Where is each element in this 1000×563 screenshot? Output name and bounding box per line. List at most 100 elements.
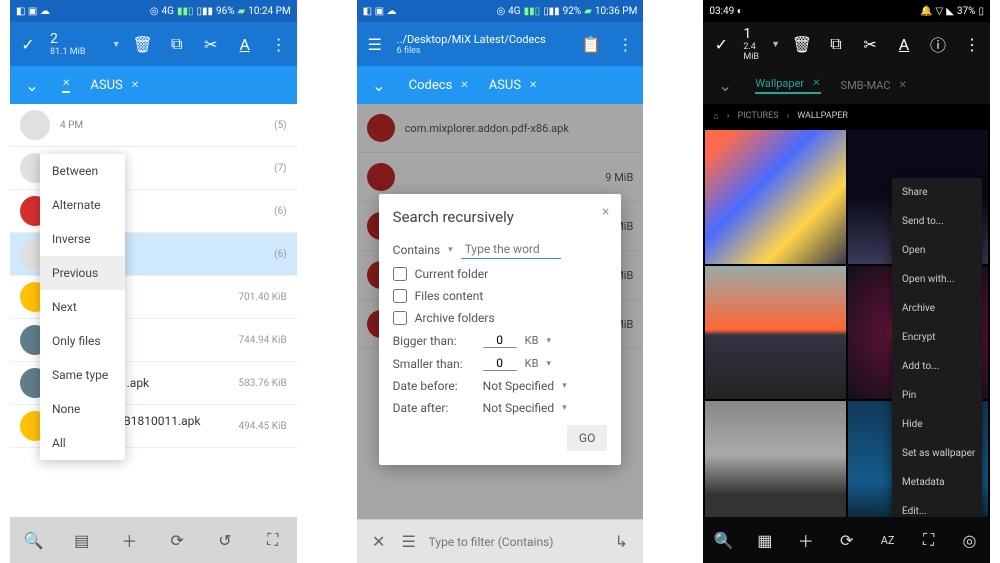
overflow-icon[interactable]: ⋮ — [962, 34, 982, 54]
menu-icon[interactable]: ☰ — [365, 34, 385, 54]
delete-icon[interactable]: 🗑 — [792, 34, 812, 54]
server-icon[interactable]: ◎ — [960, 530, 980, 550]
refresh-icon[interactable]: ⟳ — [837, 530, 857, 550]
view-icon[interactable]: ▤ — [72, 530, 92, 550]
menu-sendto[interactable]: Send to... — [892, 207, 982, 236]
grid-thumb[interactable] — [705, 401, 845, 517]
bigger-input[interactable] — [483, 333, 517, 348]
close-icon[interactable]: ✕ — [529, 80, 537, 91]
filter-input[interactable] — [429, 535, 602, 549]
unit-label: KB — [525, 334, 539, 347]
menu-wallpaper[interactable]: Set as wallpaper — [892, 439, 982, 468]
close-icon[interactable]: ✕ — [812, 78, 820, 89]
copy-icon[interactable]: ⧉ — [826, 34, 846, 54]
enter-icon[interactable]: ↳ — [611, 532, 631, 552]
smaller-input[interactable] — [483, 356, 517, 371]
chevron-down-icon[interactable]: ▼ — [112, 39, 121, 50]
home-icon[interactable]: ⌂ — [713, 111, 718, 122]
chevron-down-icon[interactable]: ▾ — [562, 381, 567, 391]
check-icon[interactable]: ✓ — [18, 34, 38, 54]
view-icon[interactable]: ▦ — [755, 530, 775, 550]
menu-open[interactable]: Open — [892, 236, 982, 265]
tab-smb[interactable]: SMB-MAC✕ — [841, 79, 907, 92]
dd-none[interactable]: None — [40, 392, 125, 426]
date-value[interactable]: Not Specified — [483, 379, 555, 393]
tab-current[interactable]: ✕ — [62, 78, 70, 93]
overflow-icon[interactable]: ⋮ — [269, 34, 289, 54]
dd-inverse[interactable]: Inverse — [40, 222, 125, 256]
dd-previous[interactable]: Previous — [40, 256, 125, 290]
menu-addto[interactable]: Add to... — [892, 352, 982, 381]
add-icon[interactable]: ＋ — [796, 530, 816, 550]
chevron-down-icon[interactable]: ⌄ — [715, 75, 735, 95]
search-icon[interactable]: 🔍 — [714, 530, 734, 550]
chevron-down-icon[interactable]: ▾ — [546, 336, 551, 346]
overflow-icon[interactable]: ⋮ — [615, 34, 635, 54]
crumb-wallpaper[interactable]: WALLPAPER — [797, 111, 848, 121]
delete-icon[interactable]: 🗑 — [133, 34, 153, 54]
path-title[interactable]: ../Desktop/MiX Latest/Codecs 6 files — [397, 33, 570, 56]
current-folder-checkbox[interactable] — [393, 267, 407, 281]
menu-archive[interactable]: Archive — [892, 294, 982, 323]
clipboard-icon[interactable]: 📋 — [581, 34, 601, 54]
chevron-down-icon[interactable]: ⌄ — [369, 75, 389, 95]
selection-info[interactable]: 1 2.4 MiB — [743, 26, 759, 62]
breadcrumb: ⌂› PICTURES› WALLPAPER — [703, 104, 990, 128]
close-icon[interactable]: ✕ — [131, 80, 139, 91]
copy-icon[interactable]: ⧉ — [167, 34, 187, 54]
tab-asus[interactable]: ASUS✕ — [90, 78, 139, 93]
rename-icon[interactable]: A — [235, 34, 255, 54]
archive-folders-checkbox[interactable] — [393, 311, 407, 325]
refresh-icon[interactable]: ⟳ — [167, 530, 187, 550]
rename-icon[interactable]: A — [894, 34, 914, 54]
tab-wallpaper[interactable]: Wallpaper✕ — [755, 77, 820, 94]
go-button[interactable]: GO — [567, 425, 607, 451]
menu-share[interactable]: Share — [892, 178, 982, 207]
dd-between[interactable]: Between — [40, 154, 125, 188]
add-icon[interactable]: ＋ — [119, 530, 139, 550]
search-input[interactable] — [461, 240, 561, 259]
menu-hide[interactable]: Hide — [892, 410, 982, 439]
cut-icon[interactable]: ✂ — [860, 34, 880, 54]
status-bar: ◧ ▣ ☁ ◎ 4G ▮▮▯ ▯▮▮ 96% ▰ 10:24 PM — [10, 0, 297, 22]
chevron-down-icon[interactable]: ▾ — [546, 359, 551, 369]
sort-icon[interactable]: AZ — [878, 530, 898, 550]
chevron-down-icon[interactable]: ▾ — [562, 403, 567, 413]
menu-pin[interactable]: Pin — [892, 381, 982, 410]
grid-thumb[interactable] — [705, 266, 845, 400]
tab-codecs[interactable]: Codecs✕ — [409, 78, 469, 93]
info-icon[interactable]: ⓘ — [928, 34, 948, 54]
signal2-icon: ▯▮▮ — [543, 6, 560, 17]
cut-icon[interactable]: ✂ — [201, 34, 221, 54]
dd-onlyfiles[interactable]: Only files — [40, 324, 125, 358]
select-icon[interactable]: ⛶ — [263, 530, 283, 550]
select-icon[interactable]: ⛶ — [919, 530, 939, 550]
list-item[interactable]: 4 PM(5) — [10, 104, 297, 147]
dd-next[interactable]: Next — [40, 290, 125, 324]
check-icon[interactable]: ✓ — [711, 34, 731, 54]
dd-alternate[interactable]: Alternate — [40, 188, 125, 222]
date-value[interactable]: Not Specified — [483, 401, 555, 415]
dd-all[interactable]: All — [40, 426, 125, 460]
close-icon[interactable]: ✕ — [899, 80, 907, 91]
search-icon[interactable]: 🔍 — [24, 530, 44, 550]
menu-metadata[interactable]: Metadata — [892, 468, 982, 497]
selection-info[interactable]: 2 81.1 MiB — [50, 31, 100, 57]
dd-sametype[interactable]: Same type — [40, 358, 125, 392]
close-icon[interactable]: ✕ — [369, 532, 389, 552]
menu-openwith[interactable]: Open with... — [892, 265, 982, 294]
close-icon[interactable]: ✕ — [62, 78, 70, 89]
chevron-down-icon[interactable]: ⌄ — [22, 75, 42, 95]
tab-asus[interactable]: ASUS✕ — [489, 78, 538, 93]
menu-edit[interactable]: Edit... — [892, 497, 982, 517]
close-icon[interactable]: ✕ — [460, 80, 468, 91]
history-icon[interactable]: ↺ — [215, 530, 235, 550]
files-content-checkbox[interactable] — [393, 289, 407, 303]
filter-icon[interactable]: ☰ — [399, 532, 419, 552]
chevron-down-icon[interactable]: ▾ — [448, 245, 453, 255]
close-icon[interactable]: × — [602, 204, 609, 220]
menu-encrypt[interactable]: Encrypt — [892, 323, 982, 352]
grid-thumb[interactable] — [705, 130, 845, 264]
crumb-pictures[interactable]: PICTURES — [737, 111, 778, 121]
chevron-down-icon[interactable]: ▼ — [771, 39, 780, 50]
